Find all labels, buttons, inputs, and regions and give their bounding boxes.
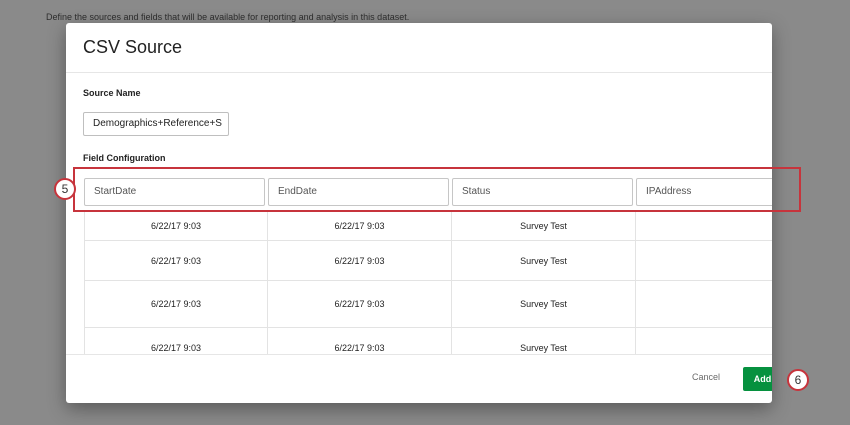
title-divider <box>66 72 772 73</box>
source-name-label: Source Name <box>83 88 141 98</box>
table-cell: 6/22/17 9:03 <box>84 281 268 328</box>
csv-source-modal: CSV Source Source Name Demographics+Refe… <box>66 23 772 403</box>
table-cell: 6/22/17 9:03 <box>84 328 268 355</box>
table-cell <box>636 328 772 355</box>
source-name-input[interactable]: Demographics+Reference+S <box>83 112 229 136</box>
step-badge-5: 5 <box>54 178 76 200</box>
step-badge-6: 6 <box>787 369 809 391</box>
add-button[interactable]: Add <box>743 367 772 391</box>
column-header-ipaddress[interactable]: IPAddress <box>636 178 772 206</box>
table-cell: 6/22/17 9:03 <box>268 241 452 281</box>
cancel-button[interactable]: Cancel <box>692 372 720 382</box>
column-header-enddate[interactable]: EndDate <box>268 178 449 206</box>
table-cell: 6/22/17 9:03 <box>268 211 452 241</box>
table-cell: Survey Test <box>452 241 636 281</box>
table-cell: Survey Test <box>452 328 636 355</box>
column-header-startdate[interactable]: StartDate <box>84 178 265 206</box>
field-configuration-table: StartDate EndDate Status IPAddress 6/22/… <box>84 173 772 355</box>
modal-title: CSV Source <box>83 37 183 57</box>
table-cell: 6/22/17 9:03 <box>268 281 452 328</box>
table-cell: Survey Test <box>452 281 636 328</box>
table-cell: 6/22/17 9:03 <box>84 241 268 281</box>
table-cell: 6/22/17 9:03 <box>268 328 452 355</box>
table-cell: 6/22/17 9:03 <box>84 211 268 241</box>
footer-divider <box>66 354 772 355</box>
table-cell <box>636 241 772 281</box>
field-configuration-label: Field Configuration <box>83 153 166 163</box>
dataset-description: Define the sources and fields that will … <box>46 12 410 22</box>
column-header-status[interactable]: Status <box>452 178 633 206</box>
table-cell <box>636 211 772 241</box>
table-cell <box>636 281 772 328</box>
table-cell: Survey Test <box>452 211 636 241</box>
